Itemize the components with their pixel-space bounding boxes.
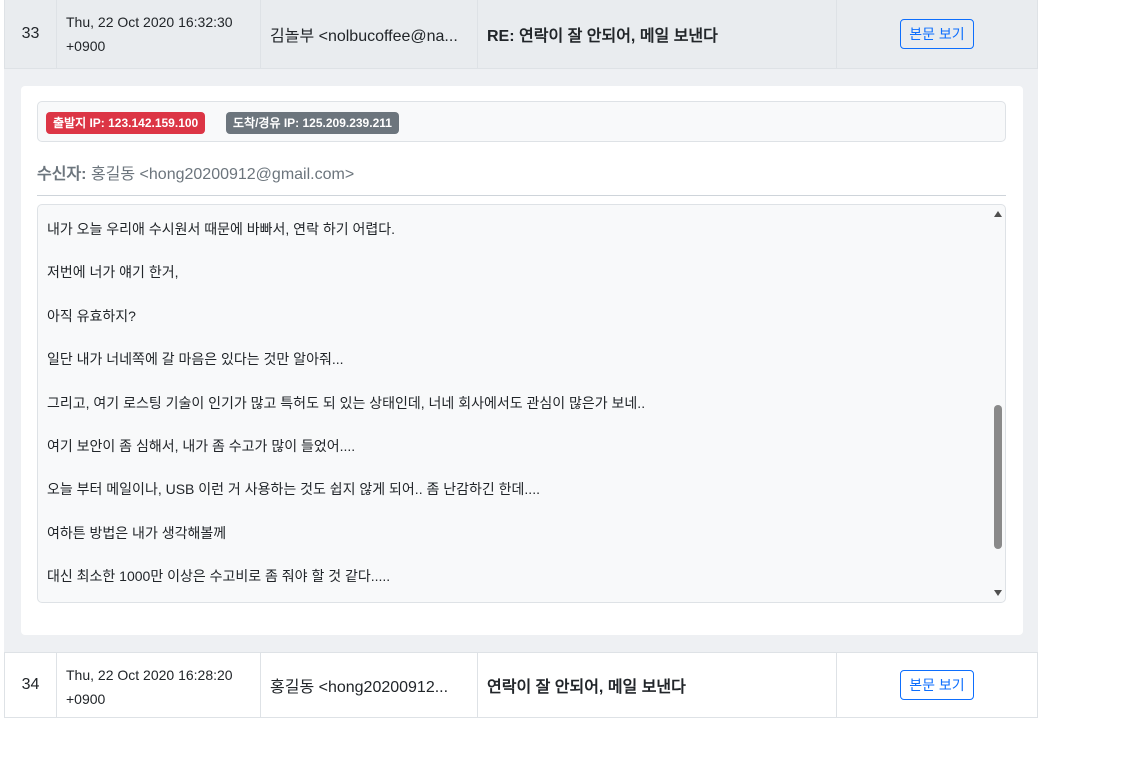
recipient-value: 홍길동 <hong20200912@gmail.com> [90, 166, 355, 183]
recipient-line: 수신자: 홍길동 <hong20200912@gmail.com> [37, 160, 354, 184]
row-sender: 김놀부 <nolbucoffee@na... [261, 0, 478, 68]
row-date: Thu, 22 Oct 2020 16:28:20 +0900 [57, 653, 261, 717]
mail-body-line: 아직 유효하지? [47, 307, 136, 324]
mail-body-content: 내가 오늘 우리애 수시원서 때문에 바빠서, 연락 하기 어렵다. 저번에 너가… [47, 219, 646, 602]
scroll-up-arrow-icon[interactable] [994, 211, 1002, 217]
relay-ip-badge: 도착/경유 IP: 125.209.239.211 [226, 112, 399, 134]
sender-text: 김놀부 <nolbucoffee@na... [270, 28, 458, 45]
scrollbar[interactable] [991, 205, 1005, 602]
mail-body-line: 대신 최소한 1000만 이상은 수고비로 좀 줘야 할 것 같다..... [47, 568, 391, 585]
mail-body-textarea[interactable]: 내가 오늘 우리애 수시원서 때문에 바빠서, 연락 하기 어렵다. 저번에 너가… [37, 204, 1006, 603]
row-subject: RE: 연락이 잘 안되어, 메일 보낸다 [478, 0, 837, 68]
view-body-button[interactable]: 본문 보기 [900, 19, 974, 49]
scroll-down-arrow-icon[interactable] [994, 590, 1002, 596]
row-sender: 홍길동 <hong20200912... [261, 653, 478, 717]
row-action: 본문 보기 [837, 0, 1037, 68]
timezone-line: +0900 [66, 691, 106, 707]
row-number: 33 [5, 0, 57, 68]
divider [37, 195, 1006, 196]
date-line: Thu, 22 Oct 2020 16:28:20 [66, 667, 233, 683]
table-row: 34 Thu, 22 Oct 2020 16:28:20 +0900 홍길동 <… [4, 652, 1038, 718]
recipient-label: 수신자: [37, 166, 87, 183]
mail-body-line: 그리고, 여기 로스팅 기술이 인기가 많고 특허도 되 있는 상태인데, 너네… [47, 394, 646, 411]
row-action: 본문 보기 [837, 653, 1037, 717]
timezone-line: +0900 [66, 38, 106, 54]
mail-body-line: 여하튼 방법은 내가 생각해볼께 [47, 524, 227, 541]
row-date: Thu, 22 Oct 2020 16:32:30 +0900 [57, 0, 261, 68]
mail-body-line: 일단 내가 너네쪽에 갈 마음은 있다는 것만 알아줘... [47, 351, 344, 368]
origin-ip-badge: 출발지 IP: 123.142.159.100 [46, 112, 206, 134]
mail-body-line: 저번에 너가 얘기 한거, [47, 264, 179, 281]
scrollbar-thumb[interactable] [994, 405, 1002, 549]
mail-body-line: 오늘 부터 메일이나, USB 이런 거 사용하는 것도 쉽지 않게 되어.. … [47, 481, 540, 498]
table-row: 33 Thu, 22 Oct 2020 16:32:30 +0900 김놀부 <… [4, 0, 1038, 69]
row-number: 34 [5, 653, 57, 717]
mail-body-line: 여기 보안이 좀 심해서, 내가 좀 수고가 많이 들었어.... [47, 437, 356, 454]
mail-body-line: 내가 오늘 우리애 수시원서 때문에 바빠서, 연락 하기 어렵다. [47, 221, 396, 237]
row-subject: 연락이 잘 안되어, 메일 보낸다 [478, 653, 837, 717]
date-line: Thu, 22 Oct 2020 16:32:30 [66, 14, 233, 30]
view-body-button[interactable]: 본문 보기 [900, 670, 974, 700]
sender-text: 홍길동 <hong20200912... [270, 679, 449, 696]
